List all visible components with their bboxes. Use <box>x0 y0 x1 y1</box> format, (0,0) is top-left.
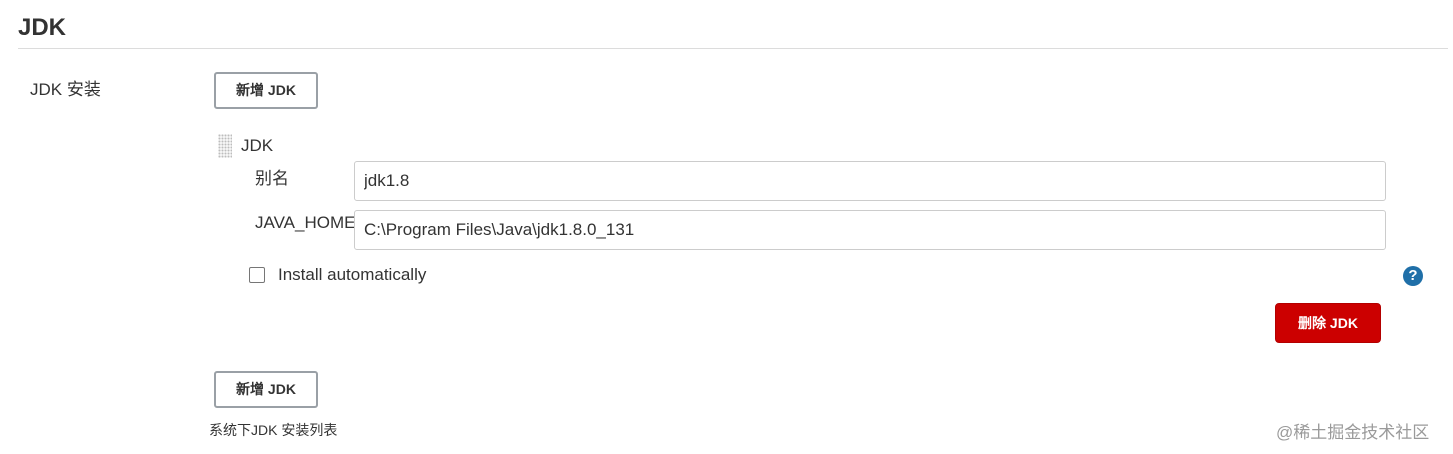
add-jdk-button-top[interactable]: 新增 JDK <box>214 72 318 109</box>
java-home-label: JAVA_HOME <box>255 213 356 232</box>
jdk-installations-label: JDK 安装 <box>30 80 101 99</box>
add-jdk-button-bottom[interactable]: 新增 JDK <box>214 371 318 408</box>
java-home-input[interactable] <box>354 210 1386 250</box>
jdk-installation-title: JDK <box>241 136 274 155</box>
alias-label: 别名 <box>255 169 289 188</box>
alias-input[interactable] <box>354 161 1386 201</box>
install-automatically-label: Install automatically <box>278 265 427 284</box>
jdk-installations-description: 系统下JDK 安装列表 <box>209 422 338 438</box>
install-automatically-row: Install automatically <box>249 265 426 285</box>
help-icon[interactable]: ? <box>1403 266 1423 286</box>
install-automatically-checkbox[interactable] <box>249 267 265 283</box>
section-title: JDK <box>18 14 67 41</box>
jdk-config-page: JDK JDK 安装 新增 JDK JDK 别名 JAVA_HOME Insta… <box>0 0 1453 454</box>
delete-jdk-button[interactable]: 删除 JDK <box>1275 303 1381 343</box>
watermark: @稀土掘金技术社区 <box>1276 423 1430 442</box>
section-divider <box>18 48 1448 49</box>
drag-handle-icon[interactable] <box>218 134 232 158</box>
